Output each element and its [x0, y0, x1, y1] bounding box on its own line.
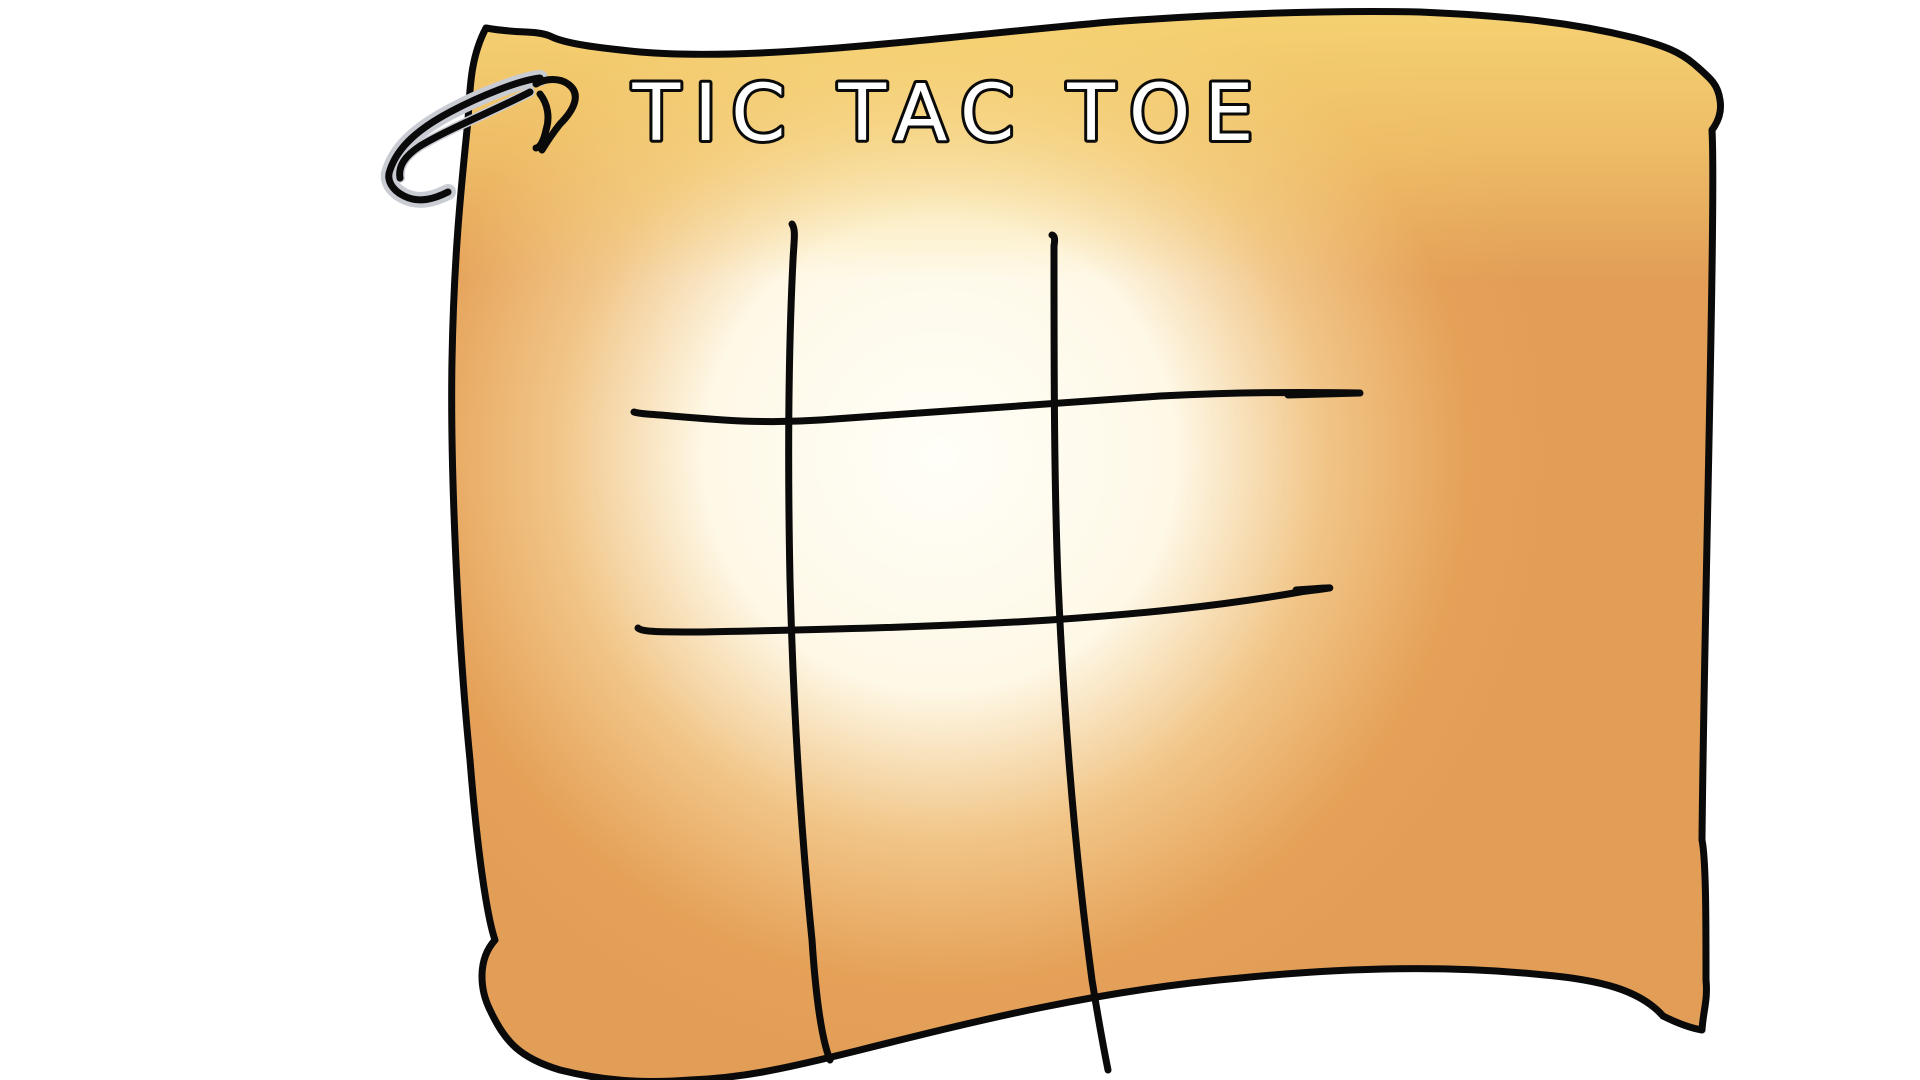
game-stage: TIC TAC TOE [0, 0, 1920, 1080]
cell-8[interactable] [1056, 634, 1296, 834]
paper-sheet: TIC TAC TOE [380, 7, 1724, 1080]
cell-6[interactable] [640, 634, 790, 834]
cell-5[interactable] [1056, 420, 1296, 626]
cell-4[interactable] [794, 420, 1052, 626]
cell-1[interactable] [794, 240, 1052, 412]
cell-0[interactable] [640, 240, 790, 412]
cell-3[interactable] [640, 420, 790, 626]
cell-2[interactable] [1056, 240, 1296, 412]
cell-7[interactable] [794, 634, 1052, 834]
board-cells [640, 240, 1296, 834]
game-title: TIC TAC TOE [631, 69, 1267, 159]
